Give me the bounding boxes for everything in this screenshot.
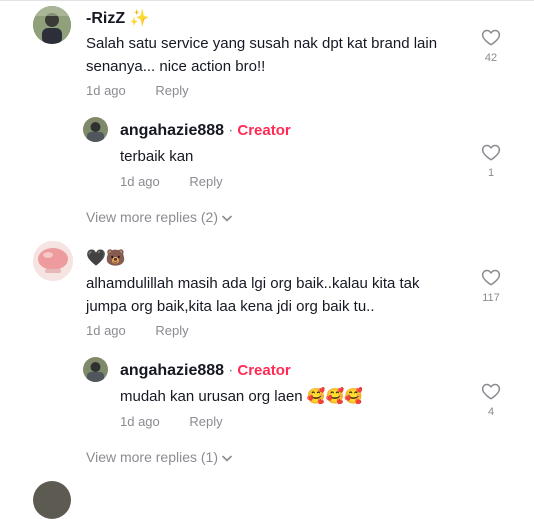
like-count: 117 <box>482 292 500 304</box>
reply-button[interactable]: Reply <box>189 174 222 189</box>
top-divider <box>0 0 534 1</box>
comment-text: Salah satu service yang susah nak dpt ka… <box>86 32 437 78</box>
reply-button[interactable]: Reply <box>189 414 222 429</box>
like-button[interactable]: 4 <box>476 382 506 418</box>
comment-meta: 1d ago Reply <box>86 83 215 98</box>
comment-text: alhamdulillah masih ada lgi org baik..ka… <box>86 272 420 318</box>
comment-username[interactable]: 🖤🐻 <box>86 248 126 268</box>
comment-text-line: Salah satu service yang susah nak dpt ka… <box>86 35 438 52</box>
reply-time: 1d ago <box>120 414 160 429</box>
comment-text-line: senanya... nice action bro!! <box>86 58 266 75</box>
chevron-down-icon <box>222 215 232 222</box>
reply-username-text: angahazie888 <box>120 362 225 379</box>
reply-text: terbaik kan <box>120 148 194 165</box>
view-more-label: View more replies (2) <box>86 209 219 225</box>
heart-outline-icon <box>481 29 501 46</box>
creator-badge: Creator <box>237 122 291 139</box>
reply-meta: 1d ago Reply <box>120 414 249 429</box>
like-button[interactable]: 117 <box>476 268 506 304</box>
avatar[interactable] <box>33 481 71 519</box>
avatar[interactable] <box>83 117 108 142</box>
view-more-replies-button[interactable]: View more replies (2) <box>86 209 232 225</box>
like-count: 1 <box>487 167 495 179</box>
like-button[interactable]: 42 <box>476 28 506 64</box>
reply-button[interactable]: Reply <box>155 323 188 338</box>
comment-username[interactable]: -RizZ ✨ <box>86 8 149 28</box>
avatar[interactable] <box>83 357 108 382</box>
reply-time: 1d ago <box>120 174 160 189</box>
avatar[interactable] <box>33 6 71 44</box>
heart-outline-icon <box>481 144 501 161</box>
reply-username[interactable]: angahazie888 · Creator <box>120 122 291 140</box>
creator-badge: Creator <box>237 362 291 379</box>
chevron-down-icon <box>222 455 232 462</box>
heart-outline-icon <box>481 383 501 400</box>
view-more-label: View more replies (1) <box>86 449 219 465</box>
heart-outline-icon <box>481 269 501 286</box>
like-count: 4 <box>487 406 495 418</box>
reply-username[interactable]: angahazie888 · Creator <box>120 362 291 380</box>
separator-dot: · <box>228 122 234 139</box>
reply-text: mudah kan urusan org laen 🥰🥰🥰 <box>120 388 363 405</box>
comment-meta: 1d ago Reply <box>86 323 215 338</box>
avatar[interactable] <box>33 241 73 281</box>
reply-username-text: angahazie888 <box>120 122 225 139</box>
comment-text-line: jumpa org baik,kita laa kena jdi org bai… <box>86 298 375 315</box>
comment-text-line: alhamdulillah masih ada lgi org baik..ka… <box>86 275 420 292</box>
separator-dot: · <box>228 362 234 379</box>
reply-button[interactable]: Reply <box>155 83 188 98</box>
view-more-replies-button[interactable]: View more replies (1) <box>86 449 232 465</box>
comment-time: 1d ago <box>86 83 126 98</box>
comment-time: 1d ago <box>86 323 126 338</box>
like-count: 42 <box>484 52 498 64</box>
reply-meta: 1d ago Reply <box>120 174 249 189</box>
like-button[interactable]: 1 <box>476 143 506 179</box>
